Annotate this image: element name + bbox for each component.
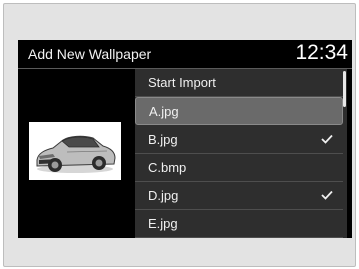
list-item-a-jpg[interactable]: A.jpg [135,97,343,125]
list-item-b-jpg[interactable]: B.jpg [135,126,343,154]
list-item-label: Start Import [148,75,216,90]
clock: 12:34 [295,41,348,64]
list-item-label: E.jpg [148,216,178,231]
list-item-label: B.jpg [148,132,178,147]
list-item-d-jpg[interactable]: D.jpg [135,182,343,210]
checkmark-icon [321,190,333,200]
wallpaper-preview [29,122,121,180]
screen-title: Add New Wallpaper [28,46,152,62]
file-list: Start Import A.jpg B.jpg C.bmp D.jpg E.j… [135,69,347,238]
wallpaper-screen: Add New Wallpaper 12:34 Start Import A.j… [18,40,352,238]
list-item-label: D.jpg [148,188,179,203]
list-item-start-import[interactable]: Start Import [135,69,343,97]
list-item-e-jpg[interactable]: E.jpg [135,210,343,238]
list-item-label: A.jpg [149,104,179,119]
checkmark-icon [321,134,333,144]
scrollbar[interactable] [343,71,346,107]
list-item-label: C.bmp [148,160,187,175]
list-item-c-bmp[interactable]: C.bmp [135,154,343,182]
car-image-icon [36,135,116,173]
